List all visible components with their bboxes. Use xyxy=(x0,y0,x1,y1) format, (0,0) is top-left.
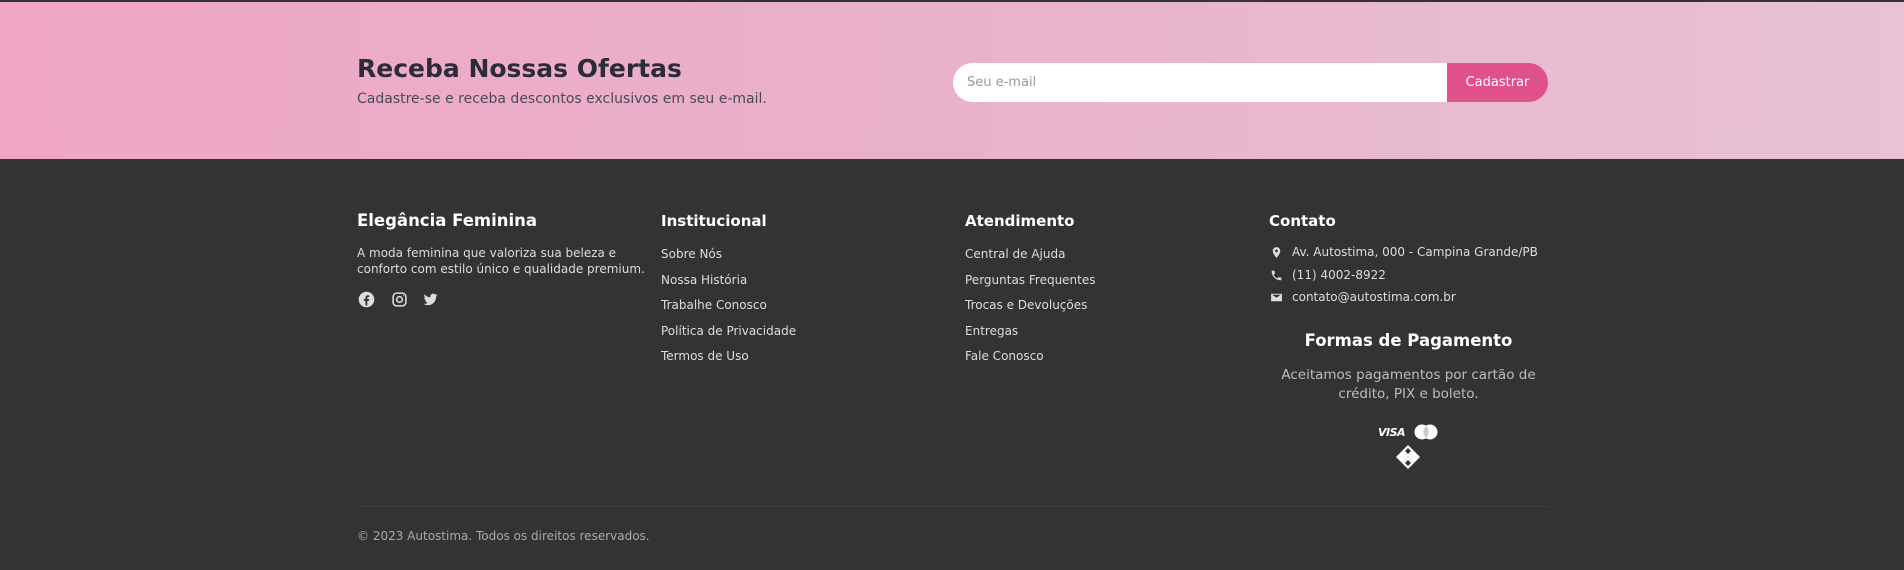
link-sobre-nos[interactable]: Sobre Nós xyxy=(661,247,796,273)
twitter-icon[interactable] xyxy=(421,290,439,308)
link-nossa-historia[interactable]: Nossa História xyxy=(661,273,796,299)
map-pin-icon xyxy=(1269,245,1283,259)
support-links: Central de Ajuda Perguntas Frequentes Tr… xyxy=(965,247,1096,375)
phone-icon xyxy=(1269,268,1283,282)
support-title: Atendimento xyxy=(965,212,1075,230)
contact-email-text[interactable]: contato@autostima.com.br xyxy=(1292,290,1456,304)
mastercard-icon xyxy=(1413,423,1439,445)
contact-phone-text: (11) 4002-8922 xyxy=(1292,268,1386,282)
visa-icon: VISA xyxy=(1378,425,1406,439)
contact-phone: (11) 4002-8922 xyxy=(1269,268,1386,282)
email-input[interactable] xyxy=(953,63,1449,102)
link-fale-conosco[interactable]: Fale Conosco xyxy=(965,349,1096,375)
newsletter-title: Receba Nossas Ofertas xyxy=(357,54,682,83)
contact-title: Contato xyxy=(1269,212,1336,230)
link-trabalhe-conosco[interactable]: Trabalhe Conosco xyxy=(661,298,796,324)
envelope-icon xyxy=(1269,290,1283,304)
contact-address-text: Av. Autostima, 000 - Campina Grande/PB xyxy=(1292,245,1538,259)
link-termos-de-uso[interactable]: Termos de Uso xyxy=(661,349,796,375)
subscribe-button[interactable]: Cadastrar xyxy=(1447,63,1548,102)
link-trocas-devolucoes[interactable]: Trocas e Devoluções xyxy=(965,298,1096,324)
pix-icon xyxy=(1395,444,1421,474)
footer-divider xyxy=(357,506,1548,507)
institutional-links: Sobre Nós Nossa História Trabalhe Conosc… xyxy=(661,247,796,375)
link-entregas[interactable]: Entregas xyxy=(965,324,1096,350)
instagram-icon[interactable] xyxy=(390,290,408,308)
newsletter-section: Receba Nossas Ofertas Cadastre-se e rece… xyxy=(0,2,1904,159)
copyright: © 2023 Autostima. Todos os direitos rese… xyxy=(357,529,650,543)
institutional-title: Institucional xyxy=(661,212,767,230)
contact-email: contato@autostima.com.br xyxy=(1269,290,1456,304)
payment-title: Formas de Pagamento xyxy=(1304,331,1513,350)
brand-description: A moda feminina que valoriza sua beleza … xyxy=(357,246,645,276)
facebook-icon[interactable] xyxy=(357,290,375,308)
contact-address: Av. Autostima, 000 - Campina Grande/PB xyxy=(1269,245,1538,259)
payment-description: Aceitamos pagamentos por cartão de crédi… xyxy=(1281,367,1536,402)
link-central-ajuda[interactable]: Central de Ajuda xyxy=(965,247,1096,273)
newsletter-subtitle: Cadastre-se e receba descontos exclusivo… xyxy=(357,91,767,107)
link-perguntas-frequentes[interactable]: Perguntas Frequentes xyxy=(965,273,1096,299)
link-politica-privacidade[interactable]: Política de Privacidade xyxy=(661,324,796,350)
brand-title: Elegância Feminina xyxy=(357,211,538,230)
